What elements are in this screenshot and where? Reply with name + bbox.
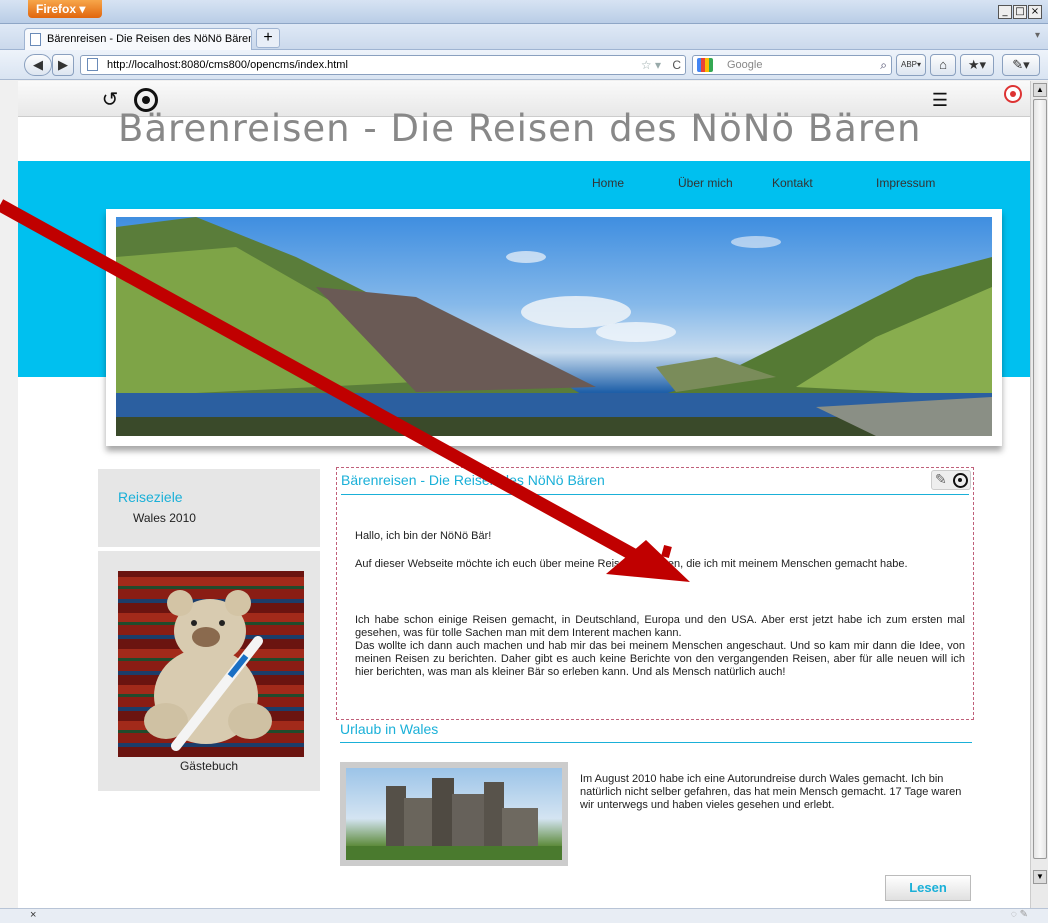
status-bar: × ◌ ✎ <box>0 908 1048 923</box>
minimize-button[interactable]: _ <box>998 5 1012 19</box>
window-titlebar: Firefox ▾ _ □ × <box>0 0 1048 24</box>
reload-icon[interactable]: C <box>672 56 681 74</box>
castle-photo <box>346 768 562 860</box>
nav-impressum[interactable]: Impressum <box>876 176 935 190</box>
search-input[interactable]: Google ⌕ <box>692 55 892 75</box>
bear-photo[interactable] <box>118 571 304 757</box>
read-more-button[interactable]: Lesen <box>885 875 971 901</box>
article-title[interactable]: Urlaub in Wales <box>340 721 438 737</box>
maximize-button[interactable]: □ <box>1013 5 1027 19</box>
adblock-button[interactable]: ABP▾ <box>896 54 926 76</box>
vertical-scrollbar[interactable]: ▲ ▼ <box>1030 81 1048 908</box>
new-tab-button[interactable]: + <box>256 28 280 48</box>
main-navigation: Home Über mich Kontakt Impressum <box>18 176 1030 196</box>
google-icon[interactable] <box>697 58 713 72</box>
paragraph: Ich habe schon einige Reisen gemacht, in… <box>355 614 965 639</box>
scroll-up-icon[interactable]: ▲ <box>1033 83 1047 97</box>
hero-image-frame <box>106 209 1002 446</box>
target-icon[interactable] <box>953 473 968 488</box>
castle-photo-frame[interactable] <box>340 762 568 866</box>
bookmarks-button[interactable]: ★▾ <box>960 54 994 76</box>
page-icon <box>30 33 41 46</box>
sidebar-link-wales[interactable]: Wales 2010 <box>133 511 196 525</box>
guestbook-link[interactable]: Gästebuch <box>98 759 320 773</box>
navigation-toolbar: ◀ ▶ http://localhost:8080/cms800/opencms… <box>0 50 1048 80</box>
search-icon[interactable]: ⌕ <box>880 56 887 74</box>
back-button[interactable]: ◀ <box>24 54 52 76</box>
hero-landscape-image <box>116 217 992 436</box>
status-addon-icons: ◌ ✎ <box>1010 909 1028 920</box>
status-close-icon[interactable]: × <box>30 909 36 921</box>
publish-icon[interactable] <box>1004 85 1022 103</box>
list-icon[interactable]: ☰ <box>928 88 952 112</box>
url-bar[interactable]: http://localhost:8080/cms800/opencms/ind… <box>80 55 686 75</box>
guestbook-box: Gästebuch <box>98 551 320 791</box>
edit-toolbar: ✎ <box>931 470 971 490</box>
title-divider <box>341 494 969 495</box>
content-title: Bärenreisen - Die Reisen des NöNö Bären <box>341 472 605 488</box>
forward-button[interactable]: ▶ <box>52 54 74 76</box>
bookmark-star-icon[interactable]: ☆ ▾ <box>641 56 661 74</box>
scroll-thumb[interactable] <box>1033 99 1047 859</box>
site-title: Bärenreisen - Die Reisen des NöNö Bären <box>118 107 922 150</box>
extension-button[interactable]: ✎▾ <box>1002 54 1040 76</box>
browser-tab[interactable]: Bärenreisen - Die Reisen des NöNö Bären <box>24 28 252 50</box>
editable-content-box[interactable]: Bärenreisen - Die Reisen des NöNö Bären … <box>336 467 974 720</box>
nav-ueber-mich[interactable]: Über mich <box>678 176 733 190</box>
page-icon <box>87 58 98 71</box>
url-text: http://localhost:8080/cms800/opencms/ind… <box>107 59 348 71</box>
firefox-menu-label: Firefox <box>36 2 77 16</box>
nav-home[interactable]: Home <box>592 176 624 190</box>
sidebar-navigation: Reiseziele Wales 2010 <box>98 469 320 547</box>
window-controls: _ □ × <box>998 5 1042 19</box>
firefox-menu-button[interactable]: Firefox ▾ <box>28 0 102 18</box>
search-placeholder: Google <box>727 59 763 71</box>
paragraph: Auf dieser Webseite möchte ich euch über… <box>355 558 908 570</box>
intro-paragraph: Hallo, ich bin der NöNö Bär! <box>355 530 492 542</box>
page-viewport: ↺ ☰ Bärenreisen - Die Reisen des NöNö Bä… <box>18 81 1030 908</box>
nav-kontakt[interactable]: Kontakt <box>772 176 813 190</box>
pencil-icon[interactable]: ✎ <box>935 471 947 488</box>
scroll-down-icon[interactable]: ▼ <box>1033 870 1047 884</box>
article-teaser: Im August 2010 habe ich eine Autorundrei… <box>580 773 962 811</box>
article-divider <box>340 742 972 743</box>
paragraph: Das wollte ich dann auch machen und hab … <box>355 640 965 678</box>
close-window-button[interactable]: × <box>1028 5 1042 19</box>
tab-title: Bärenreisen - Die Reisen des NöNö Bären <box>47 33 252 45</box>
tab-bar: Bärenreisen - Die Reisen des NöNö Bären … <box>0 24 1048 50</box>
tab-list-icon[interactable]: ▾ <box>1035 30 1040 41</box>
home-icon[interactable]: ⌂ <box>930 54 956 76</box>
sidebar-heading: Reiseziele <box>118 489 183 505</box>
